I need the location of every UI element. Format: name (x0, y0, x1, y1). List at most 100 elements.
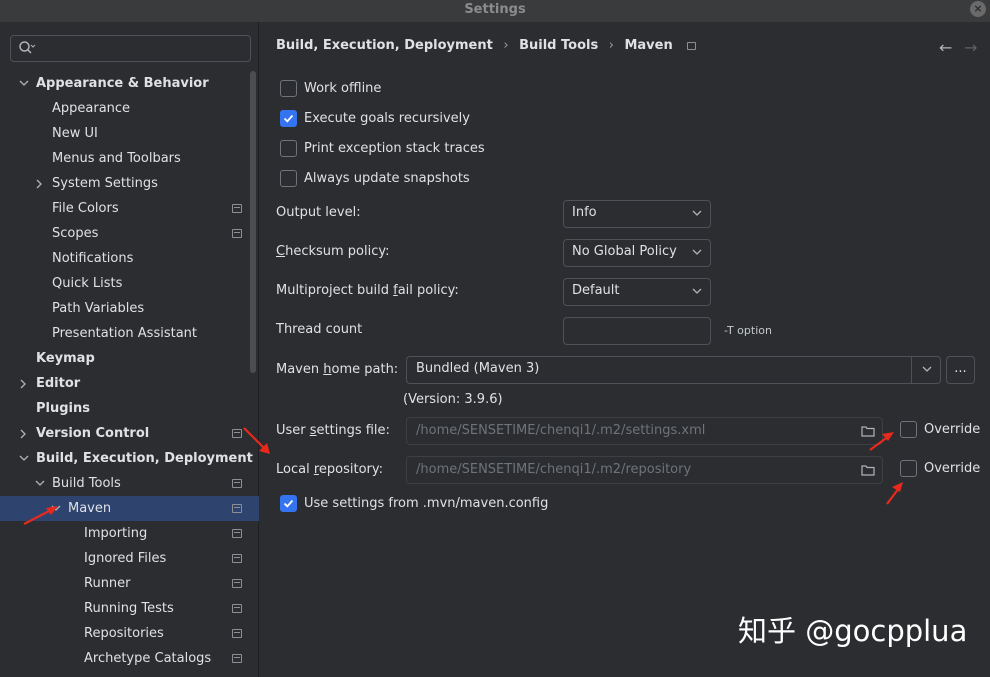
tree-item-label: Runner (84, 571, 131, 596)
tree-item-label: Appearance (52, 96, 130, 121)
chevron-down-icon[interactable] (18, 446, 30, 471)
tree-item[interactable]: Keymap (0, 346, 248, 371)
chevron-right-icon[interactable] (34, 171, 46, 196)
folder-icon[interactable] (861, 464, 875, 476)
back-arrow-icon[interactable]: ← (939, 38, 952, 57)
tree-item-label: Importing (84, 521, 147, 546)
user-settings-override-checkbox[interactable] (900, 421, 917, 438)
tree-item[interactable]: Quick Lists (0, 271, 248, 296)
local-repository-override-checkbox[interactable] (900, 460, 917, 477)
tree-item[interactable]: Ignored Files (0, 546, 248, 571)
chevron-down-icon[interactable] (922, 365, 932, 373)
local-repository-value: /home/SENSETIME/chenqi1/.m2/repository (416, 462, 691, 477)
output-level-label: Output level: (276, 203, 361, 223)
tree-item[interactable]: Running Tests (0, 596, 248, 621)
checksum-policy-value: No Global Policy (572, 244, 677, 259)
tree-item[interactable]: New UI (0, 121, 248, 146)
breadcrumb-separator: › (609, 38, 614, 53)
tree-item[interactable]: Appearance (0, 96, 248, 121)
breadcrumb-separator: › (503, 38, 508, 53)
tree-item-label: Keymap (36, 346, 95, 371)
fail-policy-select[interactable]: Default (563, 278, 711, 306)
project-scope-icon (232, 554, 242, 563)
tree-item-label: Presentation Assistant (52, 321, 197, 346)
chevron-down-icon[interactable] (18, 71, 30, 96)
execute-recursively-checkbox[interactable] (280, 110, 297, 127)
local-repository-field[interactable]: /home/SENSETIME/chenqi1/.m2/repository (406, 456, 883, 484)
tree-item[interactable]: System Settings (0, 171, 248, 196)
thread-count-hint: -T option (724, 324, 772, 337)
tree-item[interactable]: Version Control (0, 421, 248, 446)
sidebar-scrollbar[interactable] (250, 71, 256, 373)
close-icon[interactable]: × (970, 1, 986, 17)
search-input[interactable] (41, 39, 241, 58)
print-stack-traces-checkbox[interactable] (280, 140, 297, 157)
local-repository-label: Local repository: (276, 460, 383, 480)
tree-item-label: Editor (36, 371, 80, 396)
tree-item-label: System Settings (52, 171, 158, 196)
annotation-arrow-icon (866, 428, 898, 454)
maven-settings-panel: Build, Execution, Deployment › Build Too… (260, 22, 990, 677)
tree-item[interactable]: Menus and Toolbars (0, 146, 248, 171)
project-scope-icon (232, 229, 242, 238)
user-settings-field[interactable]: /home/SENSETIME/chenqi1/.m2/settings.xml (406, 417, 883, 445)
work-offline-checkbox[interactable] (280, 80, 297, 97)
tree-item[interactable]: Notifications (0, 246, 248, 271)
chevron-down-icon (692, 287, 702, 295)
tree-item-label: Repositories (84, 621, 164, 646)
tree-item[interactable]: Presentation Assistant (0, 321, 248, 346)
checksum-policy-select[interactable]: No Global Policy (563, 239, 711, 267)
project-scope-icon (232, 504, 242, 513)
tree-item[interactable]: Runner (0, 571, 248, 596)
user-settings-value: /home/SENSETIME/chenqi1/.m2/settings.xml (416, 423, 705, 438)
update-snapshots-checkbox[interactable] (280, 170, 297, 187)
output-level-select[interactable]: Info (563, 200, 711, 228)
tree-item[interactable]: File Colors (0, 196, 248, 221)
breadcrumb: Build, Execution, Deployment › Build Too… (276, 38, 702, 56)
chevron-down-icon (692, 248, 702, 256)
browse-maven-home-button[interactable]: ... (946, 356, 975, 384)
project-scope-icon (232, 579, 242, 588)
tree-item[interactable]: Archetype Catalogs (0, 646, 248, 671)
use-mvn-config-checkbox[interactable] (280, 495, 297, 512)
tree-item[interactable]: Build, Execution, Deployment (0, 446, 248, 471)
tree-item-label: Notifications (52, 246, 133, 271)
window-title: Settings (464, 2, 525, 17)
use-mvn-config-label: Use settings from .mvn/maven.config (304, 494, 548, 514)
forward-arrow-icon[interactable]: → (964, 38, 977, 57)
tree-item[interactable]: Appearance & Behavior (0, 71, 248, 96)
chevron-down-icon (692, 209, 702, 217)
checkmark-icon (283, 498, 294, 509)
tree-item-label: Build Tools (52, 471, 121, 496)
update-snapshots-label: Always update snapshots (304, 169, 470, 189)
breadcrumb-item[interactable]: Build, Execution, Deployment (276, 38, 493, 53)
tree-item[interactable]: Repositories (0, 621, 248, 646)
tree-item-label: File Colors (52, 196, 119, 221)
breadcrumb-item[interactable]: Build Tools (519, 38, 598, 53)
checksum-policy-label: Checksum policy: (276, 242, 390, 262)
maven-home-value: Bundled (Maven 3) (416, 361, 539, 376)
project-scope-icon (232, 529, 242, 538)
chevron-down-icon[interactable] (34, 471, 46, 496)
annotation-arrow-icon (240, 424, 274, 458)
tree-item[interactable]: Path Variables (0, 296, 248, 321)
search-icon[interactable] (18, 40, 36, 56)
tree-item-label: Scopes (52, 221, 98, 246)
tree-item-label: Version Control (36, 421, 149, 446)
tree-item-label: Build, Execution, Deployment (36, 446, 253, 471)
work-offline-label: Work offline (304, 79, 381, 99)
chevron-right-icon[interactable] (18, 371, 30, 396)
thread-count-input[interactable] (563, 317, 711, 345)
override-label: Override (924, 420, 980, 440)
tree-item[interactable]: Build Tools (0, 471, 248, 496)
tree-item[interactable]: Scopes (0, 221, 248, 246)
tree-item[interactable]: Plugins (0, 396, 248, 421)
tree-item[interactable]: Editor (0, 371, 248, 396)
breadcrumb-item: Maven (624, 38, 672, 53)
tree-item-label: Plugins (36, 396, 90, 421)
chevron-right-icon[interactable] (18, 421, 30, 446)
project-scope-icon (232, 629, 242, 638)
search-field[interactable] (10, 35, 251, 62)
project-scope-icon (232, 654, 242, 663)
maven-home-combo[interactable]: Bundled (Maven 3) (406, 356, 941, 384)
